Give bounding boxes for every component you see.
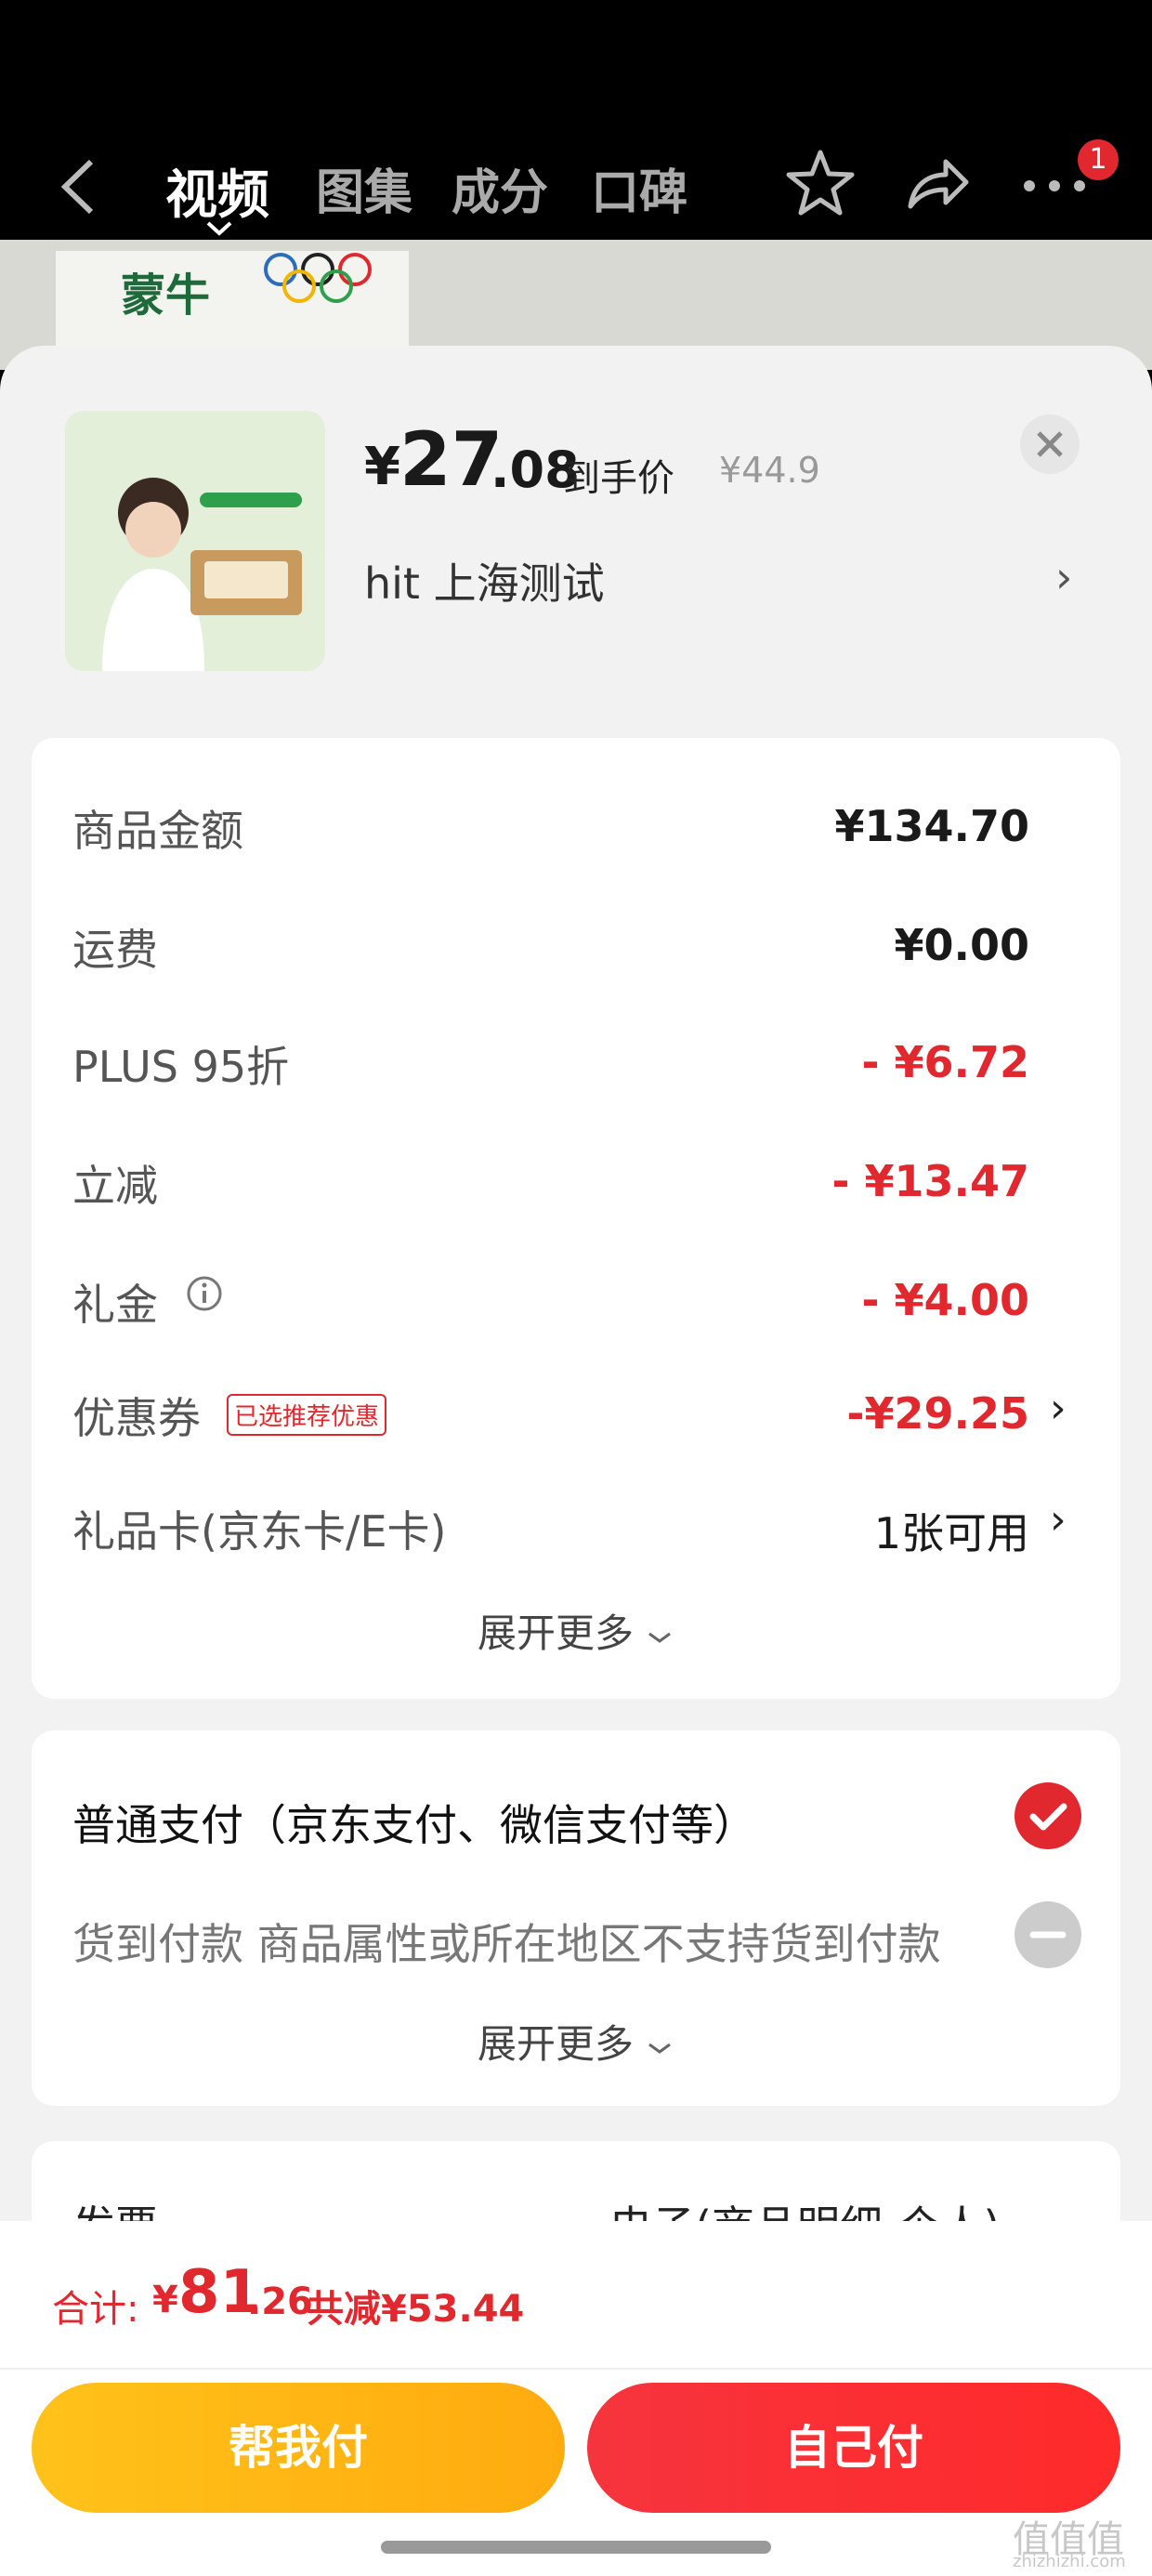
gift-card-chevron-icon[interactable]: › bbox=[1050, 1496, 1067, 1544]
payment-option-cod: 货到付款 商品属性或所在地区不支持货到付款 bbox=[72, 1919, 941, 1969]
expand-label: 展开更多 bbox=[478, 1610, 635, 1656]
info-icon[interactable] bbox=[186, 1275, 223, 1312]
tab-video[interactable]: 视频 bbox=[165, 153, 269, 229]
brand-logo: 蒙牛 bbox=[121, 269, 211, 322]
back-arrow-icon[interactable] bbox=[56, 158, 102, 216]
row-value-plus-discount: - ¥6.72 bbox=[861, 1037, 1029, 1087]
row-label-gift-card[interactable]: 礼品卡(京东卡/E卡) bbox=[72, 1498, 446, 1559]
self-pay-button[interactable]: 自己付 bbox=[587, 2383, 1120, 2513]
chevron-down-icon bbox=[648, 1632, 672, 1643]
row-label-shipping: 运费 bbox=[72, 925, 158, 975]
more-icon[interactable] bbox=[1022, 177, 1087, 195]
price-label: 到手价 bbox=[563, 457, 674, 500]
tab-gallery[interactable]: 图集 bbox=[316, 153, 412, 223]
notification-badge: 1 bbox=[1078, 139, 1119, 180]
row-value-instant-discount: - ¥13.47 bbox=[831, 1156, 1029, 1206]
row-label-goods-amount: 商品金额 bbox=[72, 806, 243, 856]
row-value-gift-card[interactable]: 1张可用 bbox=[874, 1500, 1029, 1561]
payment-disabled-indicator bbox=[1015, 1901, 1081, 1968]
close-icon bbox=[1037, 431, 1063, 457]
chevron-down-icon bbox=[648, 2043, 672, 2054]
share-icon[interactable] bbox=[905, 154, 970, 212]
expand-more-payment[interactable]: 展开更多 bbox=[478, 2013, 674, 2070]
expand-more-summary[interactable]: 展开更多 bbox=[478, 1602, 674, 1659]
price-integer: 27 bbox=[399, 416, 504, 503]
row-label-gift-money: 礼金 bbox=[72, 1280, 158, 1330]
expand-label: 展开更多 bbox=[478, 2021, 635, 2067]
minus-icon bbox=[1029, 1931, 1067, 1939]
row-label-coupon[interactable]: 优惠券 bbox=[72, 1385, 201, 1446]
coupon-recommended-badge: 已选推荐优惠 bbox=[227, 1394, 387, 1436]
row-value-goods-amount: ¥134.70 bbox=[834, 801, 1029, 851]
row-label-plus-discount: PLUS 95折 bbox=[72, 1042, 290, 1092]
watermark-url: zhizhizhi.com bbox=[1013, 2552, 1126, 2571]
tab-active-indicator bbox=[206, 221, 232, 236]
row-value-gift-money: - ¥4.00 bbox=[861, 1275, 1029, 1325]
tab-reviews[interactable]: 口碑 bbox=[591, 153, 687, 223]
product-thumbnail bbox=[65, 411, 325, 671]
close-button[interactable] bbox=[1020, 414, 1080, 474]
row-label-instant-discount: 立减 bbox=[72, 1161, 158, 1211]
help-pay-button[interactable]: 帮我付 bbox=[32, 2383, 565, 2513]
bottom-divider bbox=[0, 2368, 1152, 2370]
store-name[interactable]: hit 上海测试 bbox=[364, 550, 605, 611]
row-value-coupon[interactable]: -¥29.25 bbox=[846, 1388, 1029, 1439]
checkmark-icon bbox=[1029, 1803, 1067, 1831]
total-saved: 共减¥53.44 bbox=[307, 2288, 525, 2331]
chevron-right-icon[interactable]: › bbox=[1055, 552, 1072, 602]
total-label: 合计: bbox=[52, 2288, 139, 2331]
home-indicator[interactable] bbox=[381, 2541, 771, 2554]
star-icon[interactable] bbox=[786, 149, 855, 217]
olympic-rings-icon bbox=[264, 253, 372, 303]
price-currency: ¥ bbox=[364, 437, 400, 497]
payment-selected-check[interactable] bbox=[1015, 1782, 1081, 1849]
total-currency: ¥ bbox=[152, 2279, 178, 2321]
payment-option-normal[interactable]: 普通支付（京东支付、微信支付等） bbox=[72, 1792, 756, 1853]
tab-ingredients[interactable]: 成分 bbox=[452, 153, 548, 223]
row-value-shipping: ¥0.00 bbox=[894, 920, 1029, 970]
total-decimal: .26 bbox=[247, 2280, 313, 2323]
original-price: ¥44.9 bbox=[719, 450, 820, 491]
coupon-chevron-icon[interactable]: › bbox=[1050, 1385, 1067, 1432]
